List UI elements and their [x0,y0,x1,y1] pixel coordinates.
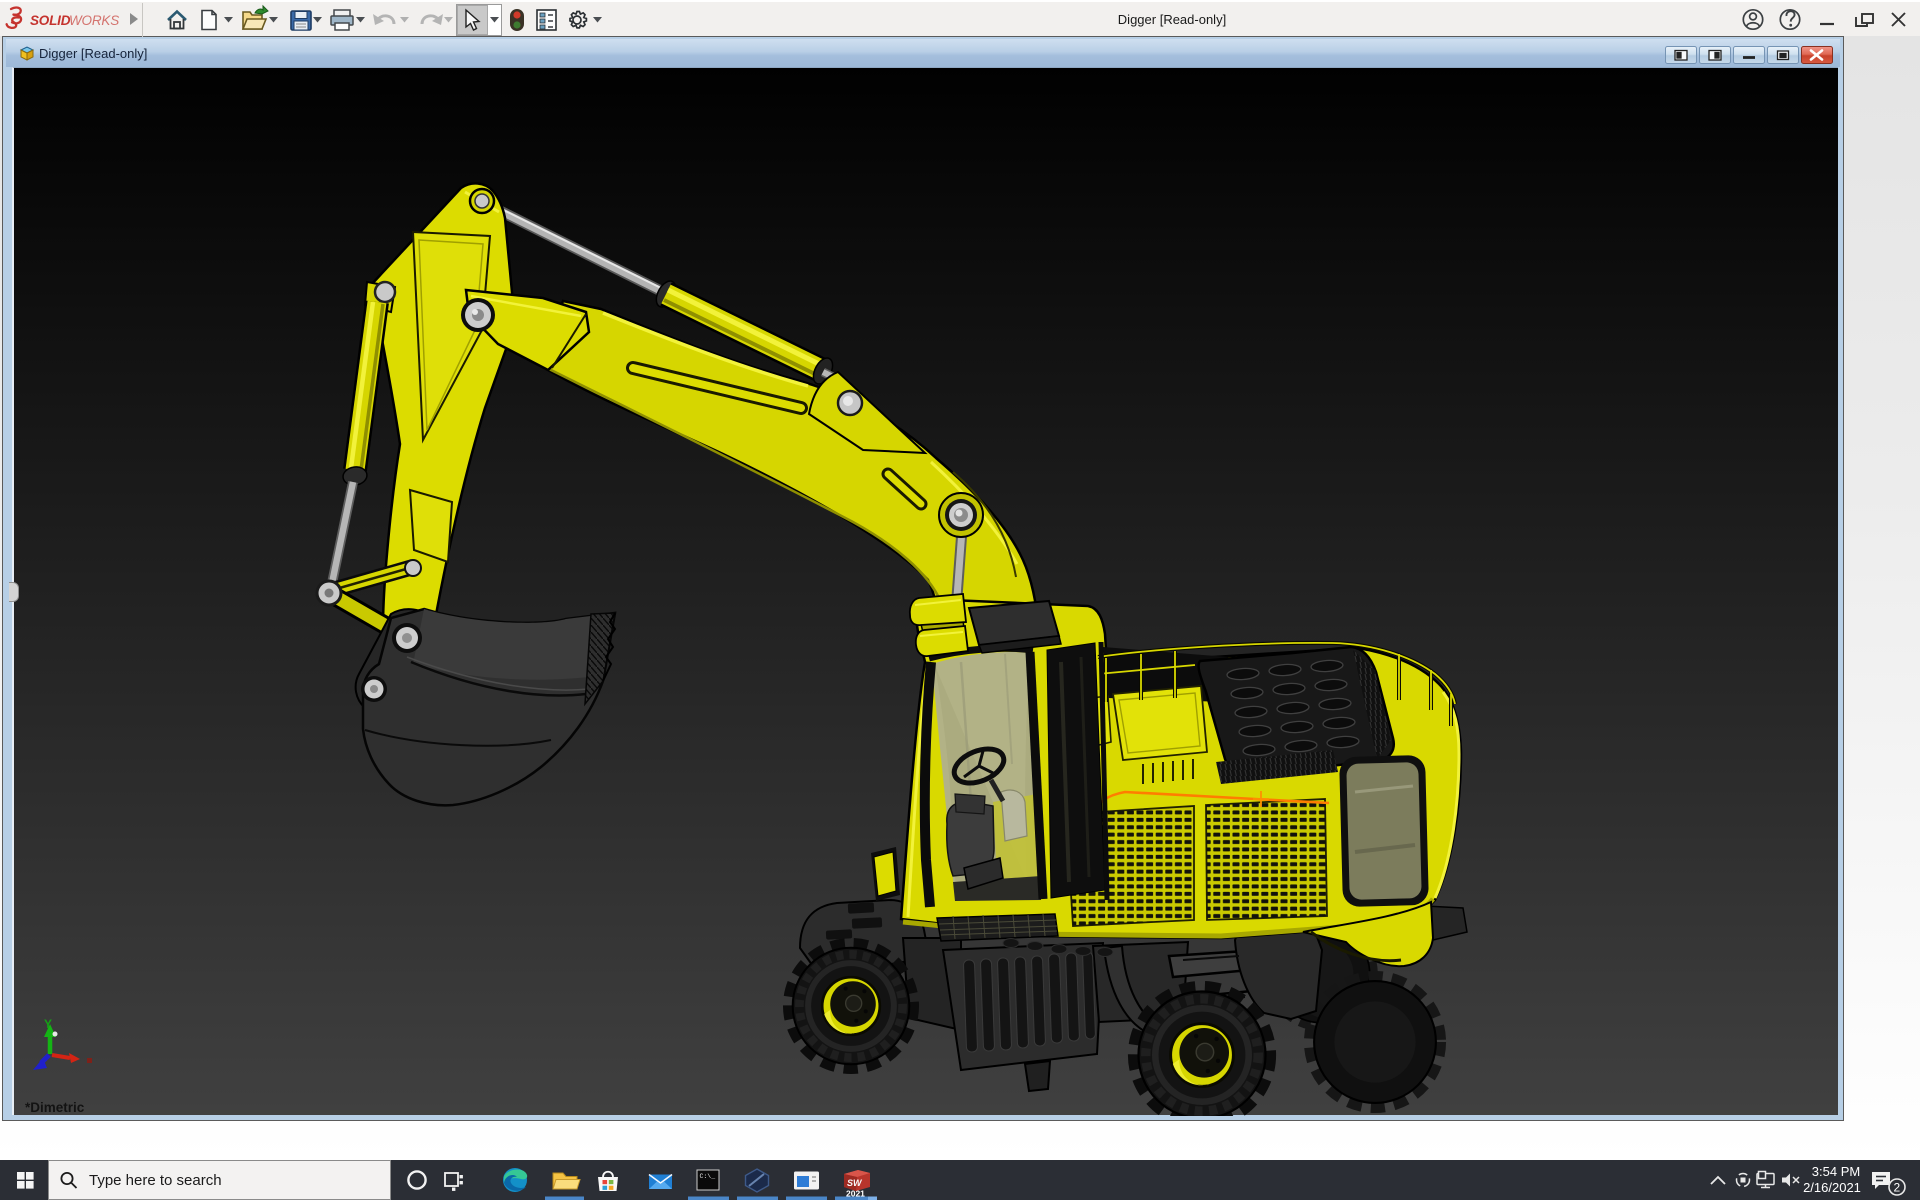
svg-text:2: 2 [1894,1181,1901,1195]
svg-text:C:\_: C:\_ [700,1173,716,1180]
svg-text:SW: SW [847,1178,863,1188]
svg-text:SOLID: SOLID [30,13,71,28]
svg-text:*Dimetric: *Dimetric [25,1100,85,1115]
svg-text:WORKS: WORKS [69,13,119,28]
svg-text:Y: Y [44,1017,52,1031]
